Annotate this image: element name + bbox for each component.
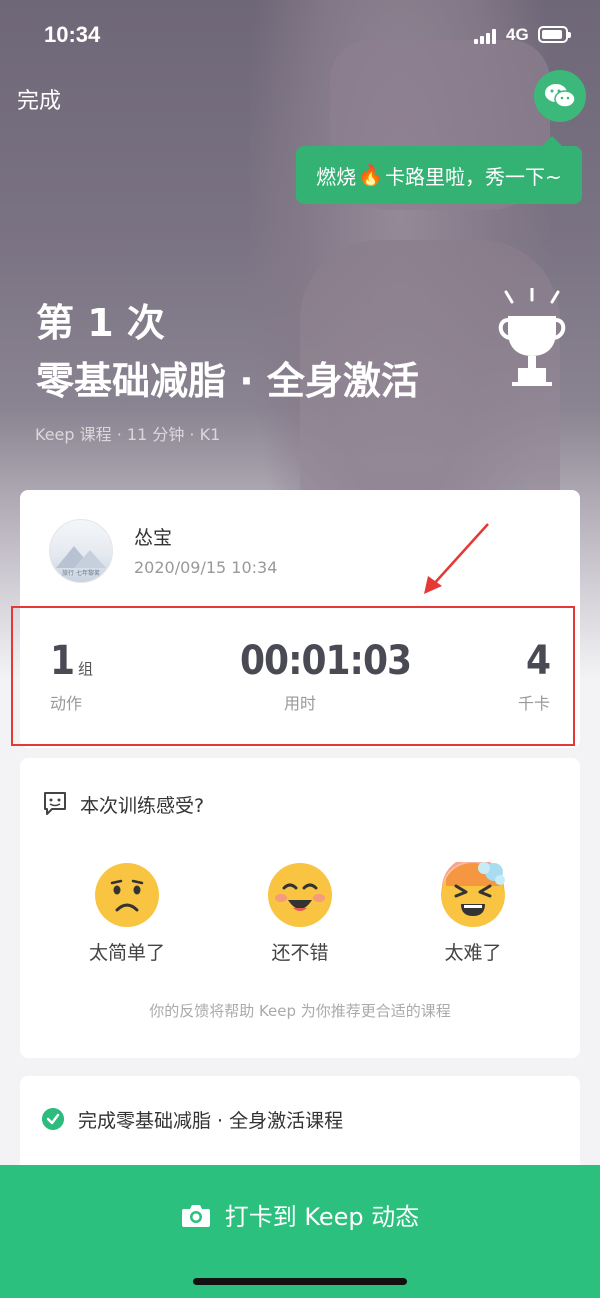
- workout-count-title: 第 1 次: [36, 301, 165, 345]
- red-arrow-annotation: [424, 523, 489, 594]
- checkin-button-label: 打卡到 Keep 动态: [224, 1203, 420, 1231]
- battery-icon: [538, 26, 571, 43]
- share-tooltip[interactable]: 燃烧 🔥 卡路里啦，秀一下~: [296, 136, 582, 204]
- share-tip-text-after: 卡路里啦，秀一下~: [385, 164, 562, 189]
- feedback-option-hard[interactable]: 太难了: [413, 938, 533, 965]
- stat-actions: 1组 动作: [50, 638, 93, 714]
- feedback-card: 本次训练感受? 太简单了 还不错 太难了 你的反馈将帮助 Keep 为你推荐更合…: [20, 758, 580, 1058]
- avatar-text: 旅行 七年黎茗: [62, 570, 100, 577]
- completed-course-text: 完成零基础减脂 · 全身激活课程: [78, 1110, 344, 1132]
- camera-icon: [181, 1204, 210, 1227]
- happy-face-icon[interactable]: [267, 862, 333, 928]
- signal-icon: [474, 28, 498, 44]
- feedback-option-good[interactable]: 还不错: [240, 938, 360, 965]
- done-button[interactable]: 完成: [17, 83, 61, 115]
- feedback-option-easy[interactable]: 太简单了: [67, 938, 187, 965]
- stat-calories: 4 千卡: [500, 638, 551, 714]
- feedback-hint: 你的反馈将帮助 Keep 为你推荐更合适的课程: [149, 1002, 451, 1020]
- share-tip-text-before: 燃烧: [316, 164, 357, 189]
- status-time: 10:34: [44, 22, 101, 47]
- network-type: 4G: [506, 25, 529, 44]
- trophy-icon: [498, 288, 566, 386]
- check-circle-icon: [42, 1108, 64, 1130]
- stat-duration: 00:01:03 用时: [240, 638, 412, 714]
- username: 怂宝: [134, 527, 173, 549]
- feedback-title: 本次训练感受?: [80, 795, 205, 817]
- avatar[interactable]: 旅行 七年黎茗: [49, 519, 113, 583]
- workout-datetime: 2020/09/15 10:34: [134, 558, 278, 577]
- stat-duration-label: 用时: [283, 694, 316, 713]
- course-title: 零基础减脂 · 全身激活: [36, 359, 419, 403]
- status-bar: 10:34 4G: [0, 0, 600, 70]
- fire-icon: 🔥: [358, 163, 384, 187]
- stat-duration-value: 00:01:03: [240, 638, 412, 684]
- sad-face-icon[interactable]: [94, 862, 160, 928]
- feedback-chat-icon: [44, 792, 66, 815]
- stat-actions-label: 动作: [50, 694, 83, 713]
- wechat-icon: [545, 84, 576, 108]
- home-indicator[interactable]: [193, 1278, 407, 1285]
- exhausted-face-icon[interactable]: [440, 862, 506, 928]
- stat-calories-label: 千卡: [517, 694, 550, 713]
- wechat-share-button[interactable]: [534, 70, 586, 122]
- stat-calories-value: 4: [525, 638, 551, 684]
- stat-actions-value: 1: [50, 638, 75, 684]
- stat-actions-unit: 组: [78, 660, 94, 678]
- course-meta: Keep 课程 · 11 分钟 · K1: [35, 425, 221, 444]
